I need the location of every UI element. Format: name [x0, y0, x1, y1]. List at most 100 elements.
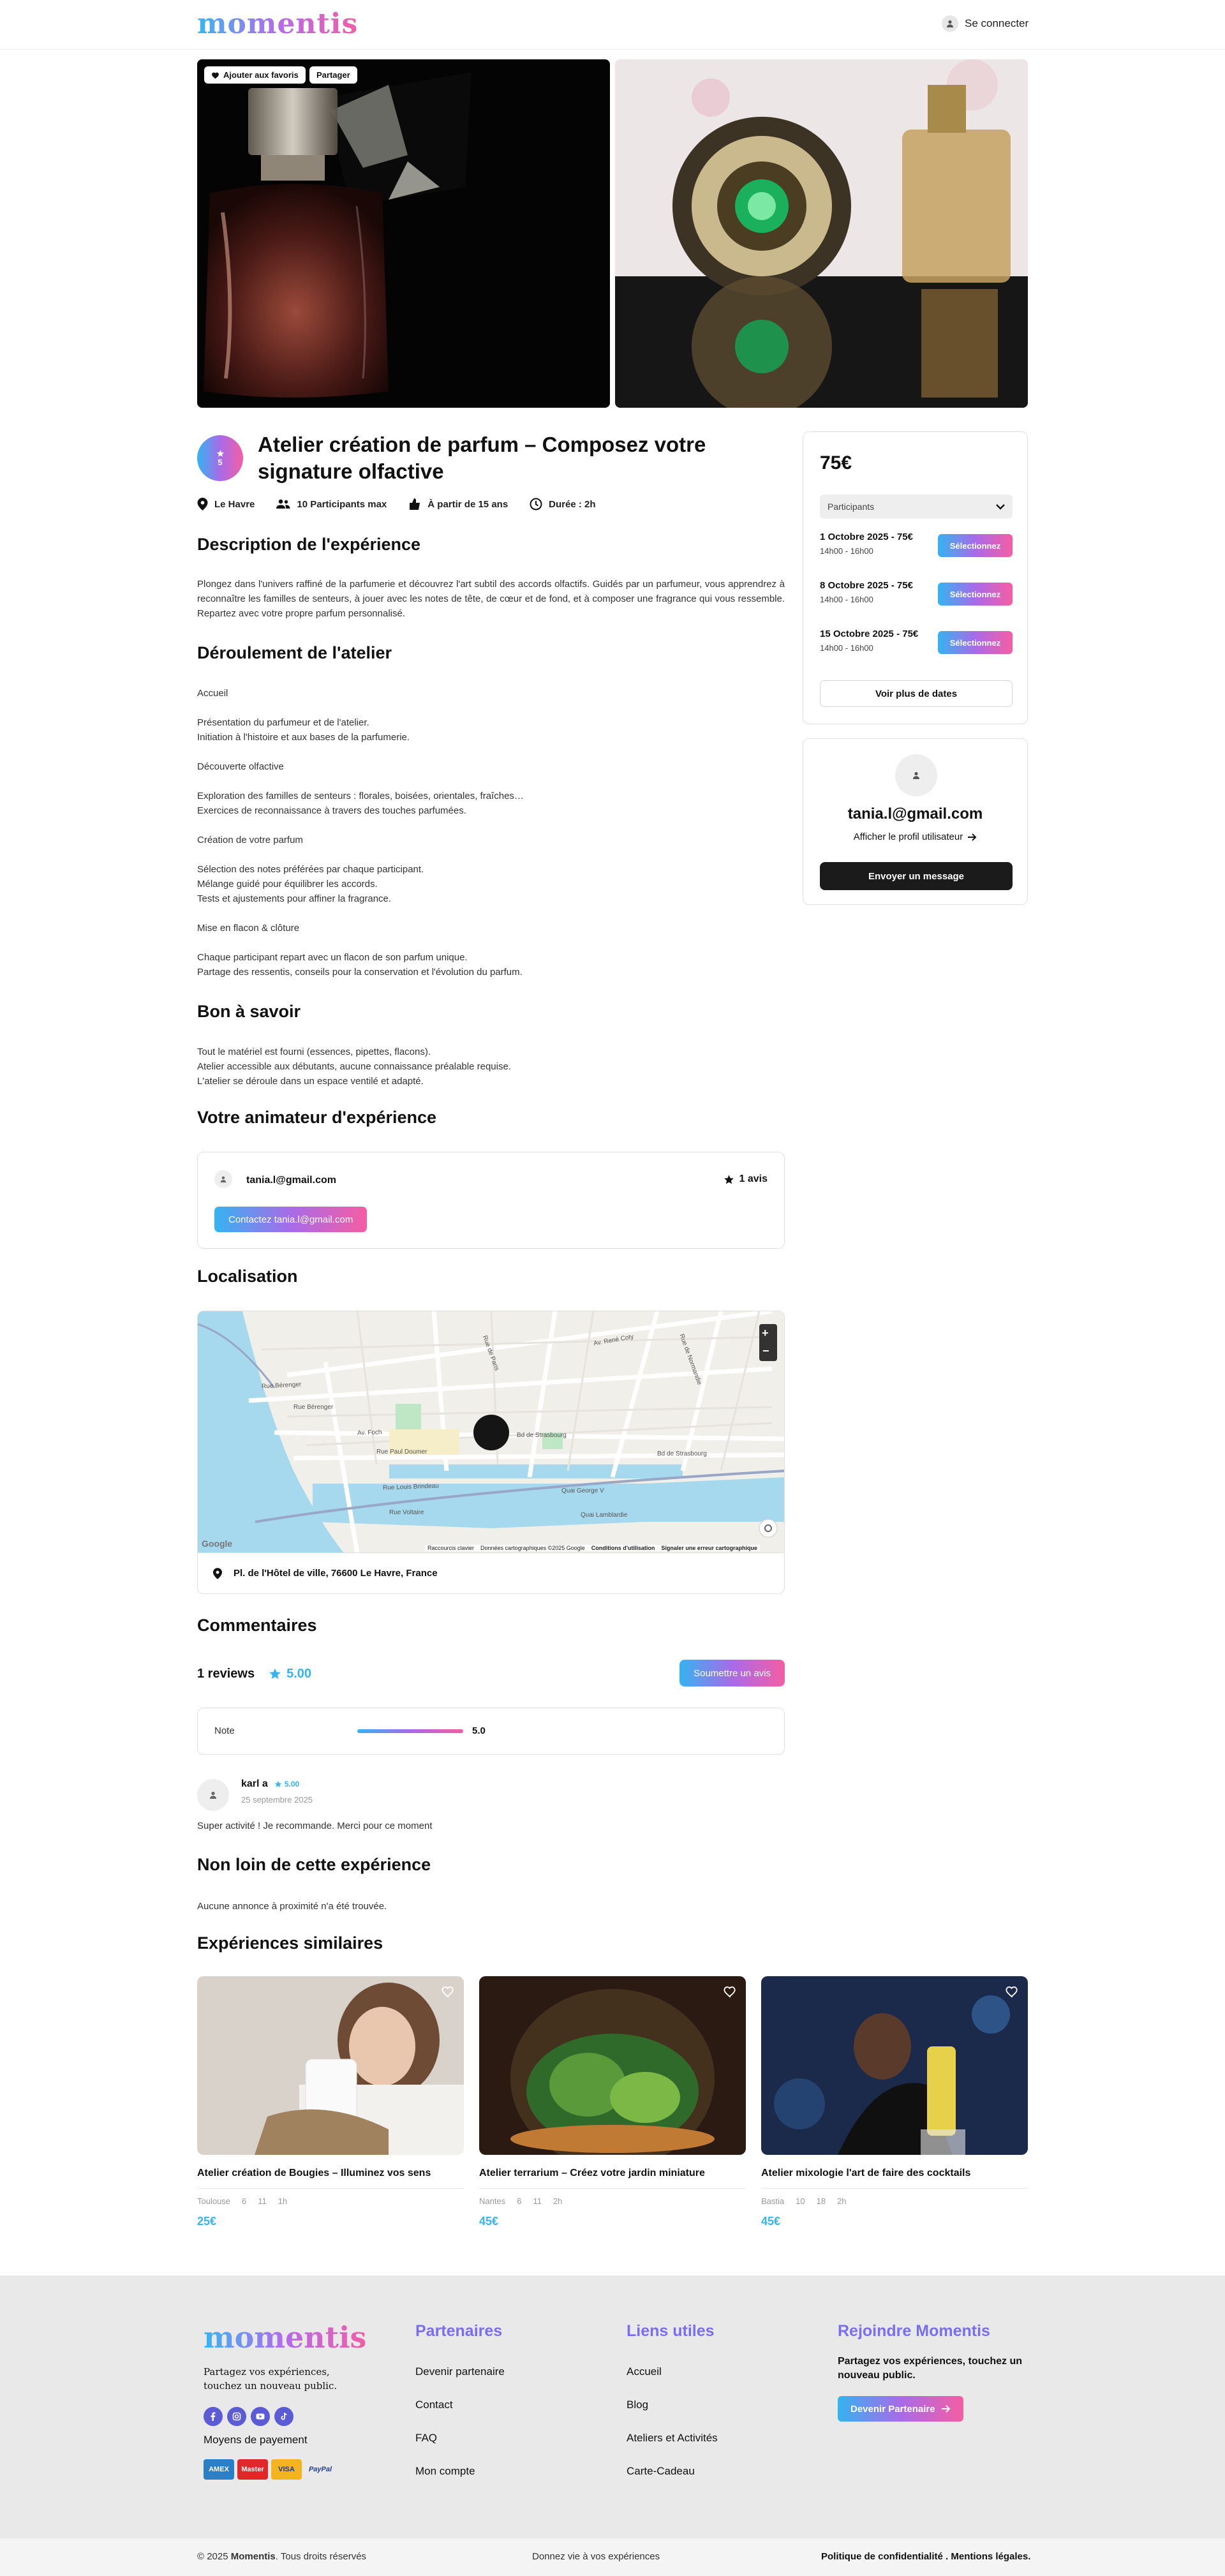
- youtube-icon[interactable]: [251, 2407, 270, 2426]
- participants-select[interactable]: Participants: [820, 495, 1013, 519]
- program-line: Création de votre parfum: [197, 835, 303, 845]
- star-icon: [269, 1668, 281, 1679]
- privacy-link[interactable]: Politique de confidentialité: [821, 2551, 943, 2562]
- similar-card[interactable]: Atelier création de Bougies – Illuminez …: [197, 1976, 464, 2228]
- location-pin-icon: [213, 1567, 222, 1579]
- rating-breakdown: Note 5.0: [197, 1708, 785, 1755]
- copyright-post: . Tous droits réservés: [275, 2551, 367, 2562]
- select-slot-button[interactable]: Sélectionnez: [938, 583, 1013, 606]
- footer-link[interactable]: Accueil: [627, 2365, 662, 2378]
- footer-logo[interactable]: momentis: [204, 2320, 366, 2355]
- arrow-right-icon: [941, 2405, 950, 2413]
- description-text: Plongez dans l'univers raffiné de la par…: [197, 579, 785, 619]
- similar-card-meta: Toulouse 6 11 1h: [197, 2196, 464, 2206]
- experience-title: Atelier création de parfum – Composez vo…: [258, 433, 706, 483]
- program-spacer: [197, 935, 785, 950]
- nearby-empty: Aucune annonce à proximité n'a été trouv…: [197, 1901, 387, 1912]
- instagram-icon[interactable]: [227, 2407, 246, 2426]
- footer-link[interactable]: Devenir partenaire: [415, 2365, 505, 2378]
- footer-link[interactable]: Mon compte: [415, 2465, 475, 2478]
- similar-card-duration: 1h: [278, 2196, 288, 2206]
- nearby-heading: Non loin de cette expérience: [197, 1855, 431, 1874]
- favorite-heart-icon[interactable]: [441, 1985, 455, 1998]
- similar-card-divider: [761, 2188, 1028, 2189]
- similar-card-title[interactable]: Atelier terrarium – Créez votre jardin m…: [479, 2168, 746, 2179]
- footer-link[interactable]: Ateliers et Activités: [627, 2432, 718, 2445]
- favorite-button[interactable]: Ajouter aux favoris: [204, 66, 306, 84]
- footer-link[interactable]: Contact: [415, 2399, 453, 2411]
- footer-link[interactable]: Carte-Cadeau: [627, 2465, 695, 2478]
- footer-link[interactable]: Blog: [627, 2399, 648, 2411]
- map-zoom-out-button[interactable]: −: [762, 1344, 769, 1358]
- map-shortcuts-link[interactable]: Raccourcis clavier: [427, 1545, 474, 1551]
- program-line: Initiation à l'histoire et aux bases de …: [197, 732, 410, 743]
- user-icon: [942, 15, 958, 32]
- similar-card-title[interactable]: Atelier création de Bougies – Illuminez …: [197, 2168, 464, 2179]
- user-icon: [220, 1176, 226, 1183]
- reviews-score: 5.00: [269, 1667, 311, 1681]
- similar-card-city: Nantes: [479, 2196, 506, 2206]
- similar-card[interactable]: Atelier mixologie l'art de faire des coc…: [761, 1976, 1028, 2228]
- contact-animator-button[interactable]: Contactez tania.l@gmail.com: [214, 1207, 368, 1232]
- select-slot-button[interactable]: Sélectionnez: [938, 534, 1013, 557]
- location-address: Pl. de l'Hôtel de ville, 76600 Le Havre,…: [197, 1553, 785, 1594]
- map-report-link[interactable]: Signaler une erreur cartographique: [661, 1545, 757, 1551]
- footer-join-text: Partagez vos expériences, touchez un nou…: [838, 2356, 1022, 2381]
- favorite-heart-icon[interactable]: [723, 1985, 737, 1998]
- similar-card-age: 11: [533, 2196, 542, 2206]
- login-button[interactable]: Se connecter: [942, 15, 1028, 32]
- gallery-photo-perfume-bottle[interactable]: Ajouter aux favoris Partager: [197, 59, 610, 408]
- similar-card-image[interactable]: [479, 1976, 746, 2155]
- program-line: Exercices de reconnaissance à travers de…: [197, 805, 466, 816]
- legal-notice-link[interactable]: Mentions légales.: [951, 2551, 1030, 2562]
- photo-gallery: Ajouter aux favoris Partager: [197, 59, 1028, 408]
- select-slot-button[interactable]: Sélectionnez: [938, 631, 1013, 654]
- footer-tagline: Partagez vos expériences, touchez un nou…: [204, 2366, 338, 2392]
- user-icon: [210, 1791, 216, 1799]
- similar-card-meta: Nantes 6 11 2h: [479, 2196, 746, 2206]
- similar-card-image[interactable]: [197, 1976, 464, 2155]
- gallery-photo-perfume-reflection[interactable]: [615, 59, 1028, 408]
- brand-logo[interactable]: momentis: [197, 8, 358, 40]
- date-slot: 1 Octobre 2025 - 75€ 14h00 - 16h00 Sélec…: [820, 532, 1013, 563]
- similar-card-title[interactable]: Atelier mixologie l'art de faire des coc…: [761, 2168, 1028, 2179]
- map-marker-icon[interactable]: [473, 1415, 509, 1450]
- facebook-icon[interactable]: [204, 2407, 223, 2426]
- address-label: Pl. de l'Hôtel de ville, 76600 Le Havre,…: [234, 1568, 438, 1579]
- heart-icon: [212, 72, 219, 78]
- location-map[interactable]: + − Rue Bérenger Av. Foch Rue Paul Doume…: [197, 1311, 785, 1553]
- animator-reviews-label: 1 avis: [739, 1173, 768, 1184]
- map-terms-link[interactable]: Conditions d'utilisation: [591, 1545, 655, 1551]
- similar-card-meta: Bastia 10 18 2h: [761, 2196, 1028, 2206]
- tiktok-icon[interactable]: [274, 2407, 293, 2426]
- age-icon: [410, 498, 420, 510]
- similar-card[interactable]: Atelier terrarium – Créez votre jardin m…: [479, 1976, 746, 2228]
- program-line: Mise en flacon & clôture: [197, 923, 300, 934]
- similar-card-price: 45€: [761, 2215, 781, 2228]
- share-button[interactable]: Partager: [309, 66, 357, 84]
- good-to-know-list: Tout le matériel est fourni (essences, p…: [197, 1045, 785, 1089]
- similar-card-image[interactable]: [761, 1976, 1028, 2155]
- become-partner-button[interactable]: Devenir Partenaire: [838, 2396, 963, 2422]
- favorite-heart-icon[interactable]: [1005, 1985, 1019, 1998]
- more-dates-button[interactable]: Voir plus de dates: [820, 680, 1013, 707]
- similar-card-divider: [197, 2188, 464, 2189]
- booking-price: 75€: [820, 452, 852, 473]
- host-profile-link[interactable]: Afficher le profil utilisateur: [803, 831, 1027, 842]
- submit-review-button[interactable]: Soumettre un avis: [679, 1660, 785, 1686]
- map-zoom-in-button[interactable]: +: [762, 1327, 769, 1340]
- reviews-score-value: 5.00: [286, 1666, 312, 1681]
- similar-card-age: 18: [816, 2196, 826, 2206]
- similar-heading: Expériences similaires: [197, 1933, 383, 1953]
- meta-age-label: À partir de 15 ans: [427, 498, 509, 510]
- visa-icon: VISA: [271, 2459, 302, 2480]
- footer-link[interactable]: FAQ: [415, 2432, 437, 2445]
- send-message-button[interactable]: Envoyer un message: [820, 862, 1013, 890]
- copyright: © 2025 Momentis. Tous droits réservés: [197, 2551, 366, 2562]
- meta-participants: 10 Participants max: [276, 498, 387, 510]
- favorite-label: Ajouter aux favoris: [223, 70, 299, 80]
- program-spacer: [197, 701, 785, 715]
- animator-heading: Votre animateur d'expérience: [197, 1108, 437, 1127]
- reviewer-rating-value: 5.00: [284, 1780, 300, 1789]
- animator-reviews: 1 avis: [724, 1173, 768, 1185]
